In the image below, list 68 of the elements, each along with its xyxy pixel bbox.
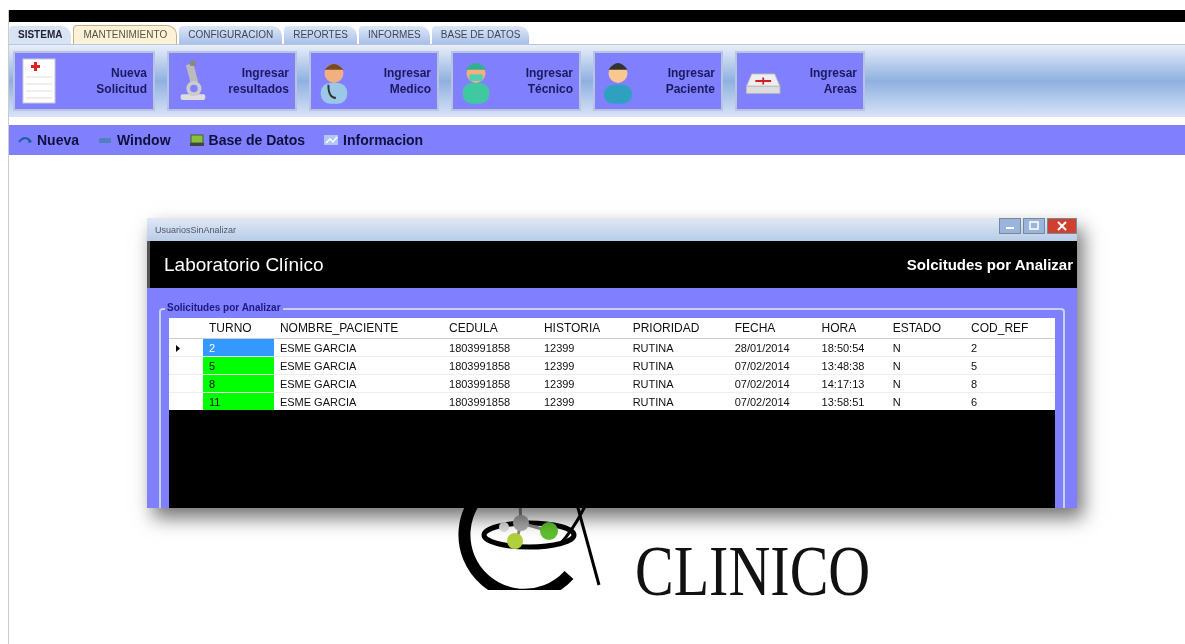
column-header: NOMBRE_PACIENTE	[273, 318, 443, 339]
table-cell: RUTINA	[626, 356, 729, 375]
table-row[interactable]: 5 ESME GARCIA 1803991858 12399 RUTINA 07/02/2014 13:48:38 N 5	[169, 356, 1055, 375]
menu-tab[interactable]: MANTENIMIENTO	[73, 25, 178, 44]
ribbon-button[interactable]: Nueva Solicitud	[13, 51, 155, 111]
ribbon-button[interactable]: Ingresar resultados	[167, 51, 297, 111]
minimize-button[interactable]	[999, 218, 1021, 234]
header-subtitle: Solcitudes por Analizar	[906, 256, 1073, 273]
table-cell: N	[886, 338, 966, 357]
table-cell: 07/02/2014	[728, 374, 816, 393]
group-title: Solicitudes por Analizar	[165, 302, 283, 313]
table-cell: RUTINA	[626, 374, 729, 393]
column-header: CEDULA	[443, 318, 538, 339]
column-header: HISTORIA	[537, 318, 627, 339]
table-cell: N	[886, 374, 966, 393]
toolbar-button[interactable]: Nueva	[17, 132, 80, 148]
header-title: Laboratorio Clínico	[164, 253, 324, 276]
table-cell: 1803991858	[443, 356, 538, 375]
menu-tab[interactable]: BASE DE DATOS	[431, 26, 530, 44]
column-header: HORA	[815, 318, 887, 339]
column-header: ESTADO	[886, 318, 966, 339]
table-cell: N	[886, 356, 966, 375]
toolbar-button[interactable]: Base de Datos	[188, 132, 306, 148]
menu-tab[interactable]: REPORTES	[284, 26, 357, 44]
menu-tab[interactable]: SISTEMA	[9, 26, 72, 44]
window-title: UsuariosSinAnalizar	[155, 224, 237, 235]
arrow-icon	[17, 134, 33, 146]
table-cell: 12399	[537, 356, 627, 375]
table-cell: 07/02/2014	[728, 356, 816, 375]
table-row[interactable]: 8 ESME GARCIA 1803991858 12399 RUTINA 07/02/2014 14:17:13 N 8	[169, 374, 1055, 393]
table-cell: 11	[203, 392, 274, 410]
table-cell: 5	[203, 356, 274, 375]
monitor-icon	[188, 134, 205, 146]
logo-text: CLINICO	[635, 535, 871, 608]
menu-tab[interactable]: INFORMES	[359, 26, 430, 44]
close-icon	[1056, 221, 1068, 231]
table-cell: ESME GARCIA	[273, 338, 443, 357]
table-cell: RUTINA	[626, 338, 729, 357]
table-cell: 5	[965, 356, 1055, 375]
column-header: FECHA	[728, 318, 816, 339]
ribbon-button[interactable]: Ingresar Paciente	[593, 51, 723, 111]
document-icon	[21, 57, 57, 105]
table-cell: 8	[203, 374, 274, 393]
column-header: COD_REF	[965, 318, 1055, 339]
close-button[interactable]	[1047, 218, 1077, 234]
ribbon-button[interactable]: Ingresar Areas	[735, 51, 865, 111]
table-cell: 14:17:13	[815, 374, 887, 393]
toolbar-button[interactable]: Informacion	[323, 132, 424, 148]
table-cell: 12399	[537, 338, 627, 357]
chart-icon	[323, 134, 340, 146]
column-header: PRIORIDAD	[626, 318, 729, 339]
table-cell: 8	[965, 374, 1055, 393]
toolbar-button[interactable]: Window	[97, 132, 171, 148]
table-cell: 28/01/2014	[728, 338, 816, 357]
table-cell: 12399	[537, 374, 627, 393]
maximize-icon	[1028, 221, 1040, 231]
table-cell: 1803991858	[443, 374, 538, 393]
maximize-button[interactable]	[1023, 218, 1045, 234]
ribbon-button[interactable]: Ingresar Técnico	[451, 51, 581, 111]
column-header: TURNO	[203, 318, 274, 339]
ribbon-button[interactable]: Ingresar Medico	[309, 51, 439, 111]
table-cell: ESME GARCIA	[273, 374, 443, 393]
table-cell: 18:50:54	[815, 338, 887, 357]
table-cell: 2	[965, 338, 1055, 357]
menu-tab[interactable]: CONFIGURACION	[179, 26, 283, 44]
table-cell: 13:48:38	[815, 356, 887, 375]
table-cell: ESME GARCIA	[273, 356, 443, 375]
table-cell: 1803991858	[443, 338, 538, 357]
